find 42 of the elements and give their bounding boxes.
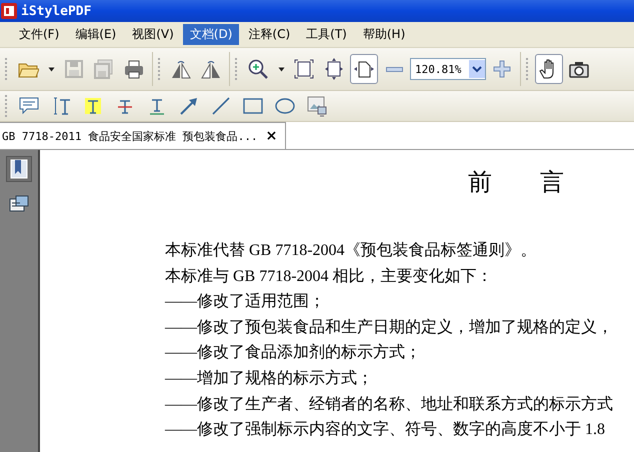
text-line: ——修改了强制标示内容的文字、符号、数字的高度不小于 1.8 [165, 420, 606, 440]
fit-width-button[interactable] [350, 54, 378, 84]
heading: 前 言 [468, 168, 565, 198]
text-line: ——增加了规格的标示方式； [165, 368, 374, 389]
plus-icon [491, 58, 513, 80]
minus-icon [386, 66, 402, 72]
speech-bubble-icon [18, 95, 40, 117]
caret-icon [278, 66, 284, 72]
menu-item[interactable]: 编辑(E) [68, 24, 124, 45]
menu-item[interactable]: 帮助(H) [356, 24, 412, 45]
line-icon [210, 95, 232, 117]
menu-item[interactable]: 文件(F) [12, 24, 66, 45]
fit-height-icon [323, 58, 345, 80]
text-line: ——修改了预包装食品和生产日期的定义，增加了规格的定义， [165, 318, 614, 338]
text-line: ——修改了生产者、经销者的名称、地址和联系方式的标示方式 [165, 394, 614, 415]
picture-icon [306, 95, 328, 117]
document-tab[interactable]: GB 7718-2011 食品安全国家标准 预包装食品... × [0, 122, 286, 149]
text-line: 本标准代替 GB 7718-2004《预包装食品标签通则》。 [165, 240, 538, 261]
highlighted-letter-icon [82, 95, 104, 117]
hand-button[interactable] [535, 54, 563, 84]
tab-title: GB 7718-2011 食品安全国家标准 预包装食品... [2, 128, 258, 144]
close-button[interactable]: × [266, 128, 278, 144]
text-line: 本标准与 GB 7718-2004 相比，主要变化如下： [165, 266, 494, 287]
bookmark-button[interactable] [6, 156, 32, 182]
menu-item[interactable]: 工具(T) [299, 24, 354, 45]
zoom-in-icon [247, 58, 269, 80]
fit-page-icon [293, 58, 315, 80]
window-title: iStylePDF [21, 4, 92, 18]
flip-triangle-icon [170, 58, 192, 80]
app-logo-icon [1, 3, 17, 19]
text-line: ——修改了食品添加剂的标示方式； [165, 342, 422, 364]
caret-icon [48, 66, 54, 72]
text-line: ——修改了适用范围； [165, 292, 326, 312]
zoom-combo-box[interactable]: 120.81% [410, 58, 486, 80]
printer-icon [123, 58, 145, 80]
floppy-disks-icon [93, 58, 115, 80]
menu-item[interactable]: 注释(C) [241, 24, 298, 45]
bookmark-icon [8, 158, 30, 180]
menu-item[interactable]: 文档(D) [182, 24, 240, 45]
menu-item[interactable]: 视图(V) [125, 24, 181, 45]
arrow-icon [178, 95, 200, 117]
flip-triangle-icon [200, 58, 222, 80]
